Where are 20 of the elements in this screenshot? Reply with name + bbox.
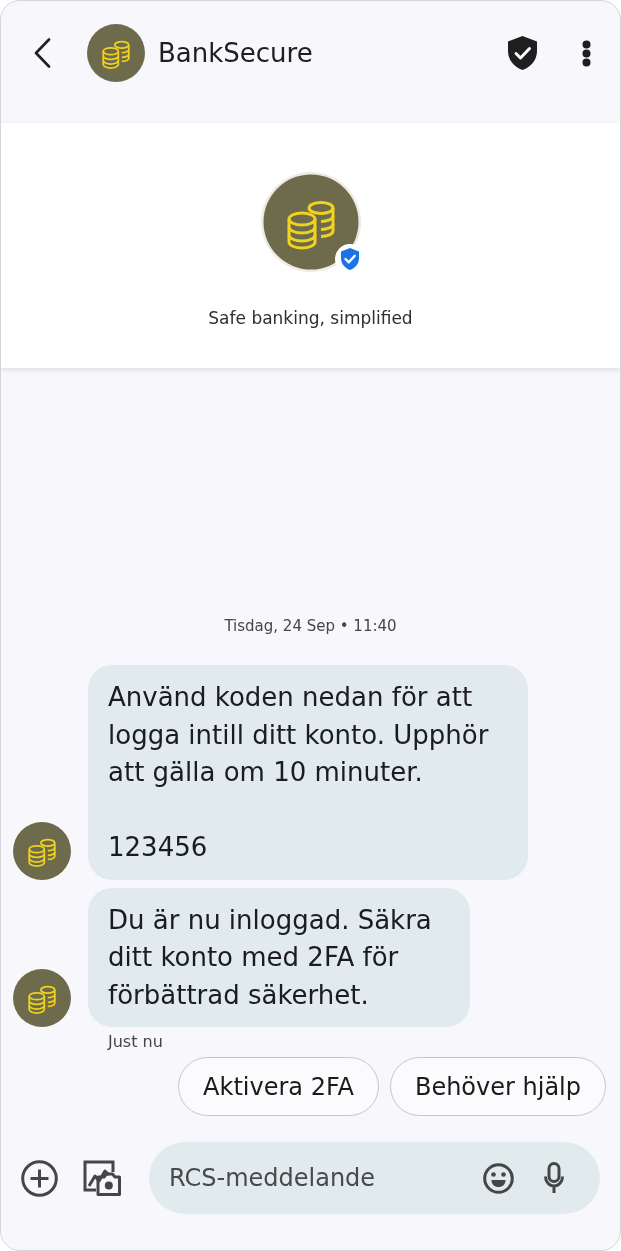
emoji-icon[interactable] [483, 1162, 514, 1194]
profile-tagline: Safe banking, simplified [208, 308, 413, 328]
message-status: Just nu [108, 1032, 163, 1051]
timestamp-text: Tisdag, 24 Sep • 11:40 [224, 617, 397, 635]
coins-avatar-icon [260, 172, 361, 272]
message-bubble: Du är nu inloggad. Säkra ditt konto med 2FA för förbättrad säkerhet. [88, 887, 470, 1027]
message-input[interactable]: RCS-meddelande [149, 1142, 600, 1214]
message-bubble: Använd koden nedan för att logga intill ditt konto. Upphör att gälla om 10 minuter. 123456 [88, 665, 528, 880]
gallery-camera-icon[interactable] [83, 1160, 121, 1196]
suggestion-chip[interactable]: Aktivera 2FA [178, 1057, 379, 1116]
contact-name: BankSecure [158, 38, 313, 68]
suggestion-chip[interactable]: Behöver hjälp [389, 1057, 606, 1116]
coins-avatar-icon [87, 24, 145, 82]
microphone-icon[interactable] [544, 1162, 564, 1194]
shield-check-icon[interactable] [508, 36, 537, 70]
more-menu-icon[interactable] [582, 39, 591, 67]
coins-avatar-icon [13, 969, 71, 1027]
back-icon[interactable] [34, 38, 51, 68]
coins-avatar-icon [13, 821, 71, 880]
add-icon[interactable] [21, 1159, 58, 1197]
